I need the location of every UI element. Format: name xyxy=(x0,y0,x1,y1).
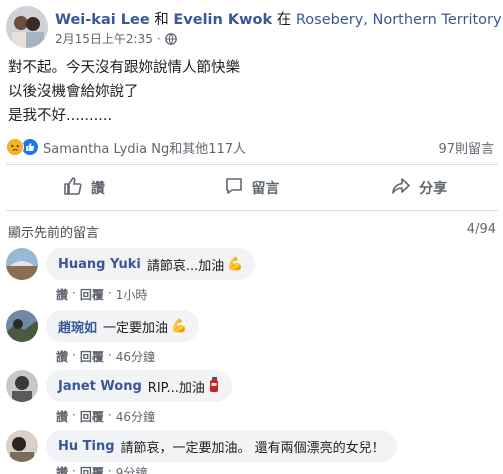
post-meta: 2月15日上午2:35 · xyxy=(55,30,177,47)
comment-text: RIP...加油 xyxy=(147,380,205,396)
comment-author-link[interactable]: Janet Wong xyxy=(58,379,142,394)
reaction-icons[interactable] xyxy=(6,138,39,156)
comment-time[interactable]: 46分鐘 xyxy=(116,348,155,365)
comment-text: 請節哀，一定要加油。 還有兩個漂亮的女兒！ xyxy=(120,440,385,456)
comment-text: 一定要加油 xyxy=(103,320,169,336)
comment-meta: 讚 · 回覆 · 1小時 xyxy=(56,286,148,303)
comment-label: 留言 xyxy=(251,181,280,197)
comment-bubble-icon xyxy=(224,176,244,200)
comment-reply-link[interactable]: 回覆 xyxy=(80,286,104,303)
thumbs-up-icon xyxy=(63,176,83,200)
comment-bubble: Huang Yuki 請節哀...加油 💪 xyxy=(46,248,256,280)
post-body: 對不起。今天沒有跟妳說情人節快樂 以後沒機會給妳說了 是我不好.........… xyxy=(8,56,240,128)
comment-author-link[interactable]: Hu Ting xyxy=(58,439,115,454)
post-line-1: 對不起。今天沒有跟妳說情人節快樂 xyxy=(8,60,240,76)
comment-bubble: 趙琬如 一定要加油 💪 xyxy=(46,310,200,342)
comment-reply-link[interactable]: 回覆 xyxy=(80,348,104,365)
reactions-text[interactable]: Samantha Lydia Ng和其他117人 xyxy=(43,138,498,157)
post-actions: 讚 留言 分享 xyxy=(0,170,503,206)
comment-text: 請節哀...加油 xyxy=(146,258,225,274)
commenter-avatar[interactable] xyxy=(6,430,38,462)
comment-bubble: Janet Wong RIP...加油 xyxy=(46,370,232,402)
comment-author-link[interactable]: Huang Yuki xyxy=(58,257,141,272)
comment-item: Hu Ting 請節哀，一定要加油。 還有兩個漂亮的女兒！ 讚 · 回覆 · 9… xyxy=(6,430,496,474)
like-label: 讚 xyxy=(90,181,105,197)
comment-bubble: Hu Ting 請節哀，一定要加油。 還有兩個漂亮的女兒！ xyxy=(46,430,397,462)
comment-meta: 讚 · 回覆 · 46分鐘 xyxy=(56,408,155,425)
commenter-avatar[interactable] xyxy=(6,310,38,342)
comment-meta: 讚 · 回覆 · 9分鐘 xyxy=(56,464,147,474)
comment-time[interactable]: 9分鐘 xyxy=(116,464,148,474)
comments-bar: 顯示先前的留言 4/94 xyxy=(8,222,496,241)
share-button[interactable]: 分享 xyxy=(335,170,503,206)
divider-bottom xyxy=(6,210,498,211)
flexed-biceps-emoji: 💪 xyxy=(227,256,244,272)
share-label: 分享 xyxy=(419,181,448,197)
post-line-2: 以後沒機會給妳說了 xyxy=(8,84,139,100)
comment-time[interactable]: 1小時 xyxy=(116,286,148,303)
share-arrow-icon xyxy=(391,176,411,200)
commenter-avatar[interactable] xyxy=(6,248,38,280)
comment-meta: 讚 · 回覆 · 46分鐘 xyxy=(56,348,155,365)
post-timestamp[interactable]: 2月15日上午2:35 xyxy=(55,30,153,47)
comment-author-link[interactable]: 趙琬如 xyxy=(58,317,97,336)
post-title-line: Wei-kai Lee 和 Evelin Kwok 在 Rosebery, No… xyxy=(55,8,503,29)
commenter-avatar[interactable] xyxy=(6,370,38,402)
at-word: 在 xyxy=(276,12,292,28)
location-link[interactable]: Rosebery, Northern Territory xyxy=(296,12,502,28)
flexed-biceps-emoji: 💪 xyxy=(171,318,188,334)
comment-like-link[interactable]: 讚 xyxy=(56,348,68,365)
comment-time[interactable]: 46分鐘 xyxy=(116,408,155,425)
divider-top xyxy=(6,164,498,165)
companion-name-link[interactable]: Evelin Kwok xyxy=(173,12,272,28)
comment-button[interactable]: 留言 xyxy=(168,170,336,206)
with-word: 和 xyxy=(154,12,169,28)
comment-reply-link[interactable]: 回覆 xyxy=(80,408,104,425)
reactions-summary: Samantha Lydia Ng和其他117人 97則留言 xyxy=(6,136,498,158)
comment-item: Huang Yuki 請節哀...加油 💪 讚 · 回覆 · 1小時 xyxy=(6,248,496,303)
post-line-3: 是我不好.......... xyxy=(8,108,113,124)
author-name-link[interactable]: Wei-kai Lee xyxy=(55,12,150,28)
comment-item: Janet Wong RIP...加油 讚 · 回覆 · 46分鐘 xyxy=(6,370,496,425)
fire-extinguisher-emoji xyxy=(208,376,220,396)
comment-reply-link[interactable]: 回覆 xyxy=(80,464,104,474)
comments-pager: 4/94 xyxy=(466,222,496,237)
comment-like-link[interactable]: 讚 xyxy=(56,408,68,425)
globe-icon[interactable] xyxy=(164,32,177,45)
like-button[interactable]: 讚 xyxy=(0,170,168,206)
sad-reaction-icon xyxy=(6,138,24,156)
author-avatar[interactable] xyxy=(6,6,48,48)
post-header: Wei-kai Lee 和 Evelin Kwok 在 Rosebery, No… xyxy=(0,0,503,50)
comment-like-link[interactable]: 讚 xyxy=(56,464,68,474)
comment-like-link[interactable]: 讚 xyxy=(56,286,68,303)
comments-count[interactable]: 97則留言 xyxy=(438,138,494,157)
meta-separator: · xyxy=(156,31,161,46)
show-previous-comments-link[interactable]: 顯示先前的留言 xyxy=(8,222,99,241)
comment-item: 趙琬如 一定要加油 💪 讚 · 回覆 · 46分鐘 xyxy=(6,310,496,365)
